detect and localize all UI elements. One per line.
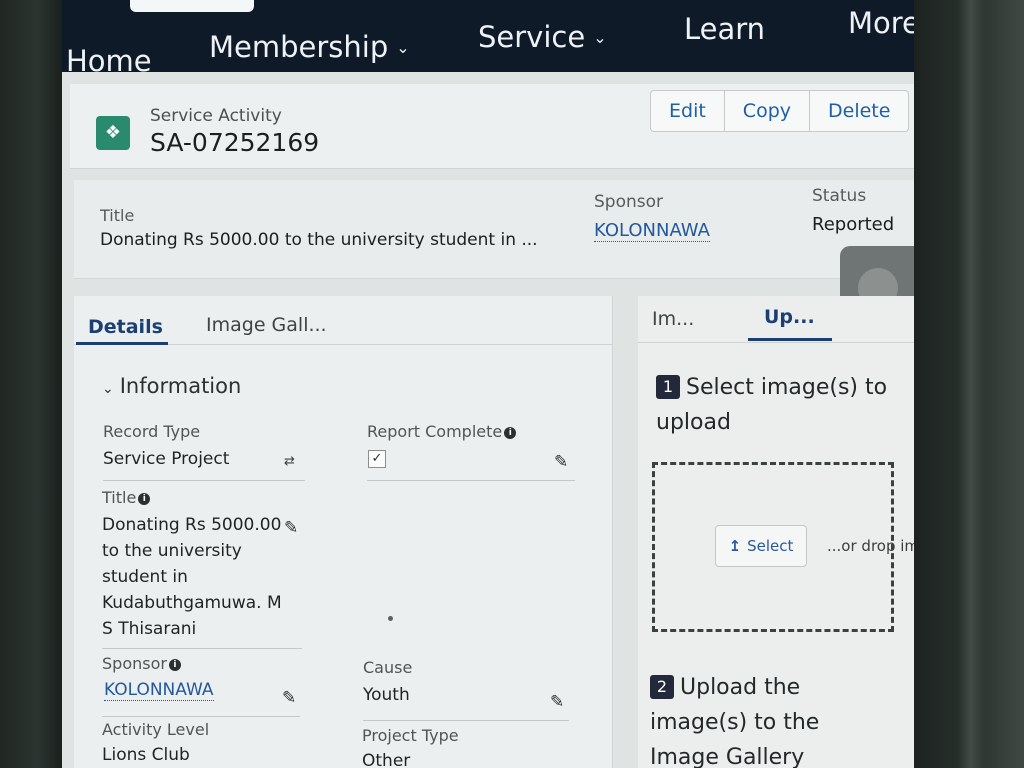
active-tab-indicator — [748, 338, 832, 341]
nav-home[interactable]: Home — [66, 44, 152, 78]
field-divider — [102, 716, 300, 717]
sponsor-field-label: Sponsor i — [102, 654, 181, 673]
info-icon: i — [168, 658, 181, 671]
details-panel: Details Image Gall... ⌄ Information Recor… — [74, 296, 613, 768]
edit-pencil-icon[interactable]: ✎ — [554, 452, 568, 472]
field-divider — [102, 648, 302, 649]
title-field-value: Donating Rs 5000.00 to the university st… — [102, 515, 282, 639]
upload-panel: Im... Up... 1 Select image(s) to upload ↥… — [638, 296, 914, 768]
details-tabbar: Details Image Gall... — [74, 296, 612, 345]
status-label: Status — [812, 186, 867, 206]
record-type-label: Record Type — [103, 422, 201, 441]
project-type-label: Project Type — [362, 726, 459, 745]
tab-details[interactable]: Details — [88, 316, 163, 338]
report-complete-checkbox[interactable]: ✓ — [368, 450, 386, 468]
field-divider — [103, 480, 305, 481]
info-icon: i — [504, 426, 517, 439]
sponsor-field-link[interactable]: KOLONNAWA — [104, 680, 214, 701]
screen-glare — [130, 0, 254, 12]
active-tab-indicator — [76, 342, 168, 345]
chevron-down-icon: ⌄ — [102, 381, 114, 397]
nav-learn[interactable]: Learn — [684, 12, 765, 46]
service-activity-icon: ❖ — [96, 116, 130, 150]
screen-speck — [388, 616, 393, 621]
file-dropzone[interactable]: ↥Select ...or drop images — [652, 462, 914, 632]
step-number-badge: 1 — [656, 375, 680, 399]
edit-pencil-icon[interactable]: ✎ — [550, 692, 564, 712]
bezel-glare — [958, 0, 984, 768]
drop-hint: ...or drop images — [827, 537, 914, 555]
sponsor-label: Sponsor — [594, 192, 664, 212]
report-complete-label: Report Complete i — [367, 422, 517, 441]
tab-image-gallery[interactable]: Image Gall... — [206, 314, 327, 336]
record-object-type: Service Activity — [150, 106, 282, 126]
change-record-type-icon[interactable]: ⇄ — [284, 454, 295, 469]
title-value: Donating Rs 5000.00 to the university st… — [100, 230, 538, 250]
highlights-panel: Title Donating Rs 5000.00 to the univers… — [74, 180, 914, 279]
record-name: SA-07252169 — [150, 128, 320, 157]
field-divider — [367, 480, 575, 481]
edit-pencil-icon[interactable]: ✎ — [282, 688, 296, 708]
phone-bezel-left — [0, 0, 62, 768]
phone-screen: Home Membership ⌄ Service ⌄ Learn More ❖ S… — [62, 0, 914, 768]
activity-level-value: Lions Club — [102, 745, 190, 765]
upload-icon: ↥ — [728, 537, 742, 555]
record-actions: Edit Copy Delete — [650, 90, 910, 132]
sponsor-link[interactable]: KOLONNAWA — [594, 220, 710, 242]
status-value: Reported — [812, 214, 895, 235]
nav-service[interactable]: Service ⌄ — [478, 20, 607, 54]
delete-button[interactable]: Delete — [810, 91, 908, 131]
cause-value: Youth — [363, 685, 410, 705]
chevron-down-icon: ⌄ — [396, 38, 410, 57]
tab-upload[interactable]: Up... — [764, 306, 815, 328]
upload-tabbar: Im... Up... — [638, 296, 914, 343]
field-divider — [363, 720, 569, 721]
edit-pencil-icon[interactable]: ✎ — [284, 518, 298, 538]
copy-button[interactable]: Copy — [725, 91, 810, 131]
tab-images[interactable]: Im... — [652, 308, 694, 330]
edit-button[interactable]: Edit — [651, 91, 725, 131]
info-icon: i — [138, 492, 151, 505]
nav-membership[interactable]: Membership ⌄ — [209, 30, 410, 64]
project-type-value: Other — [362, 751, 411, 768]
nav-more[interactable]: More — [848, 6, 914, 40]
activity-level-label: Activity Level — [102, 720, 210, 739]
step2-instructions: 2 Upload the image(s) to the Image Galler… — [650, 675, 820, 768]
title-field-label: Title i — [102, 488, 151, 507]
chevron-down-icon: ⌄ — [593, 28, 607, 47]
step1-instructions: 1 Select image(s) to upload — [656, 375, 888, 435]
title-label: Title — [100, 206, 135, 225]
select-files-button[interactable]: ↥ Select — [715, 525, 807, 567]
section-information[interactable]: ⌄ Information — [102, 374, 241, 398]
step-number-badge: 2 — [650, 675, 674, 699]
cause-label: Cause — [363, 658, 413, 677]
record-header: ❖ Service Activity SA-07252169 Edit Copy… — [70, 84, 914, 169]
record-type-value: Service Project — [103, 449, 230, 469]
